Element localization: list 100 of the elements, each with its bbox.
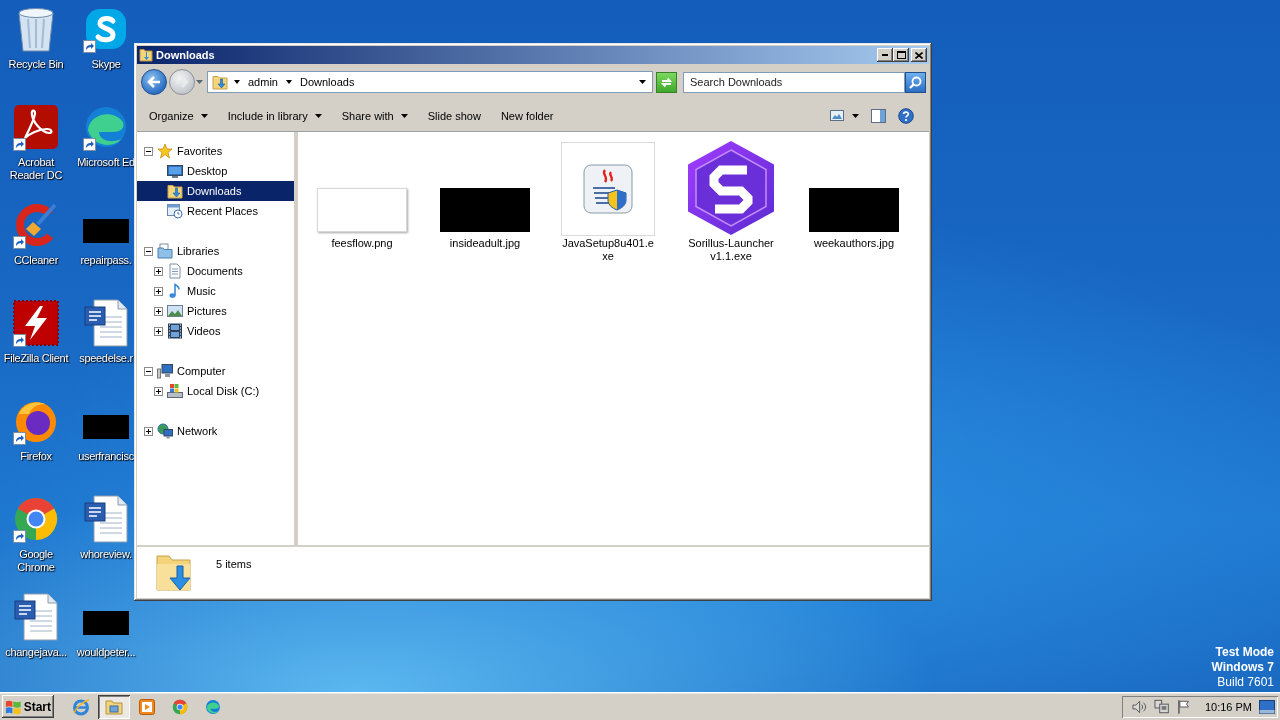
nav-item[interactable]: Network xyxy=(137,421,294,441)
browser-icon[interactable] xyxy=(13,496,59,542)
brush-app-icon[interactable] xyxy=(13,202,59,248)
toolbar-button[interactable]: Include in library xyxy=(221,103,328,128)
nav-item[interactable]: Downloads xyxy=(137,181,294,201)
document-icon[interactable] xyxy=(14,593,58,641)
address-field[interactable]: admin Downloads xyxy=(207,71,653,93)
close-button[interactable] xyxy=(911,48,927,62)
item-count: 5 items xyxy=(216,558,252,570)
desktop-icon-label[interactable]: Google Chrome xyxy=(2,548,70,574)
toolbar-button[interactable]: Organize xyxy=(143,103,214,128)
breadcrumb[interactable]: admin xyxy=(246,76,280,88)
pictures-icon xyxy=(167,303,183,319)
recent-places-icon xyxy=(167,203,183,219)
nav-item[interactable]: Computer xyxy=(137,361,294,381)
refresh-button[interactable] xyxy=(656,71,677,93)
nav-item[interactable]: Desktop xyxy=(137,161,294,181)
image-thumbnail[interactable] xyxy=(317,188,407,232)
nav-item[interactable]: Music xyxy=(137,281,294,301)
pdf-app-icon[interactable] xyxy=(13,104,59,150)
desktop-icon-label[interactable]: repairpass. xyxy=(80,254,132,267)
desktop-icon-label[interactable]: Recycle Bin xyxy=(8,58,64,71)
network-icon[interactable] xyxy=(1154,698,1170,715)
file-name[interactable]: Sorillus-Launcher v1.1.exe xyxy=(683,237,779,263)
breadcrumb[interactable]: Downloads xyxy=(297,76,357,88)
close-icon xyxy=(915,51,923,59)
s-logo-icon[interactable] xyxy=(84,7,128,51)
desktop-icon-label[interactable]: Firefox xyxy=(20,450,52,463)
expander-icon[interactable] xyxy=(154,386,163,396)
toolbar-button[interactable]: New folder xyxy=(494,103,560,128)
hexagon-logo-icon[interactable] xyxy=(687,140,775,236)
desktop-icon-label[interactable]: Acrobat Reader DC xyxy=(2,156,70,182)
lightning-tile-icon[interactable] xyxy=(13,300,59,346)
flag-icon[interactable] xyxy=(1176,698,1190,715)
search-button[interactable] xyxy=(905,71,926,93)
back-button[interactable] xyxy=(141,69,167,95)
toolbar-button[interactable]: Slide show xyxy=(421,103,487,128)
image-thumbnail[interactable] xyxy=(83,219,129,243)
nav-item[interactable]: Favorites xyxy=(137,141,294,161)
caret-icon xyxy=(852,113,859,118)
expander-icon[interactable] xyxy=(154,306,163,316)
file-name[interactable]: JavaSetup8u401.exe xyxy=(560,237,656,263)
expander-icon[interactable] xyxy=(144,426,153,436)
caret-icon xyxy=(196,80,203,84)
document-icon[interactable] xyxy=(84,299,128,347)
desktop-icon xyxy=(167,163,183,179)
search-icon xyxy=(909,75,922,89)
expander-icon[interactable] xyxy=(144,146,153,156)
music-note-icon xyxy=(167,283,183,299)
desktop-icon-label[interactable]: changejava... xyxy=(5,646,67,659)
document-icon[interactable] xyxy=(84,495,128,543)
refresh-arrows-icon xyxy=(660,76,673,88)
image-thumbnail[interactable] xyxy=(83,611,129,635)
chevron-icon[interactable] xyxy=(285,79,292,85)
expander-icon[interactable] xyxy=(154,266,163,276)
file-name[interactable]: feesflow.png xyxy=(314,237,410,250)
expander-icon[interactable] xyxy=(154,286,163,296)
toolbar-button[interactable]: Share with xyxy=(335,103,414,128)
desktop-icon-label[interactable]: userfrancisc xyxy=(78,450,134,463)
image-thumbnail[interactable] xyxy=(83,415,129,439)
chevron-icon[interactable] xyxy=(234,79,240,85)
image-thumbnail[interactable] xyxy=(809,188,899,232)
nav-item[interactable]: Documents xyxy=(137,261,294,281)
expander-icon[interactable] xyxy=(154,326,163,336)
start-button[interactable]: Start xyxy=(2,695,54,718)
desktop-icon-label[interactable]: whoreview. xyxy=(80,548,132,561)
desktop-icon-label[interactable]: FileZilla Client xyxy=(3,352,69,365)
wave-app-icon xyxy=(205,698,221,715)
clock[interactable]: 10:16 PM xyxy=(1204,700,1252,713)
speaker-icon[interactable] xyxy=(1132,699,1148,714)
nav-item[interactable]: Local Disk (C:) xyxy=(137,381,294,401)
expander-icon[interactable] xyxy=(144,366,153,376)
local-disk-icon xyxy=(167,383,183,399)
taskbar-button[interactable] xyxy=(98,694,130,719)
show-desktop-button[interactable] xyxy=(1259,699,1275,714)
browser-icon xyxy=(172,698,188,715)
minimize-button[interactable] xyxy=(877,48,893,62)
expander-icon[interactable] xyxy=(144,246,153,256)
media-player-icon xyxy=(139,698,155,715)
nav-item[interactable]: Libraries xyxy=(137,241,294,261)
desktop-icon-label[interactable]: Skype xyxy=(91,58,121,71)
film-strip-icon xyxy=(167,323,183,339)
nav-item[interactable]: Pictures xyxy=(137,301,294,321)
windows-logo-icon xyxy=(5,698,22,715)
downloads-folder-icon xyxy=(167,183,183,199)
desktop-icon-label[interactable]: CCleaner xyxy=(13,254,59,267)
recycle-bin-icon[interactable] xyxy=(17,6,55,52)
image-thumbnail[interactable] xyxy=(440,188,530,232)
nav-item[interactable]: Videos xyxy=(137,321,294,341)
desktop-icon-label[interactable]: speedelse.r xyxy=(79,352,133,365)
dropdown-caret-icon[interactable] xyxy=(639,80,646,84)
search-field[interactable]: Search Downloads xyxy=(683,71,905,93)
desktop-icon-label[interactable]: Microsoft Ed xyxy=(77,156,135,169)
maximize-button[interactable] xyxy=(893,48,909,62)
folder-icon xyxy=(105,698,123,715)
cup-shield-icon[interactable] xyxy=(561,142,655,236)
file-name[interactable]: weekauthors.jpg xyxy=(806,237,902,250)
nav-item[interactable]: Recent Places xyxy=(137,201,294,221)
file-name[interactable]: insideadult.jpg xyxy=(437,237,533,250)
wave-app-icon[interactable] xyxy=(83,104,129,150)
